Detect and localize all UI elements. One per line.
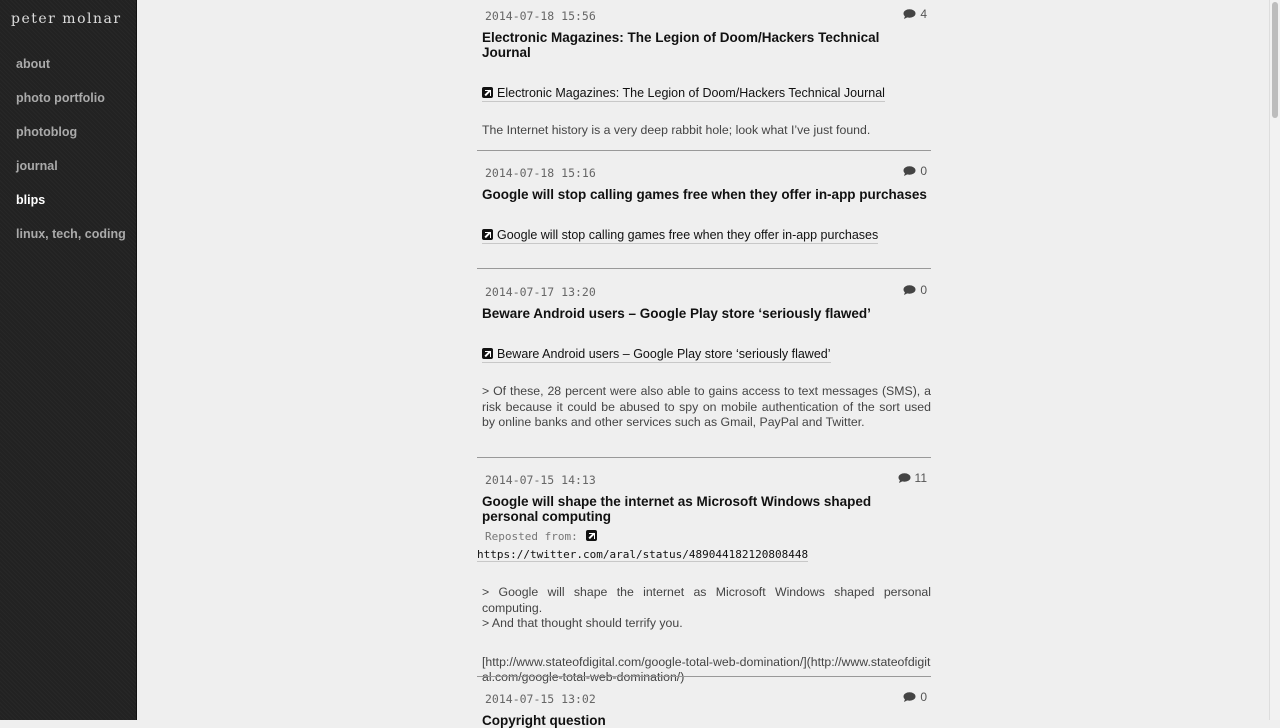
repost-url[interactable]: https://twitter.com/aral/status/48904418… — [477, 548, 809, 562]
comment-bubble-icon — [903, 9, 916, 19]
post: 2014-07-18 15:16 0 Google will stop call… — [477, 164, 931, 269]
post-body-line: > Google will shape the internet as Micr… — [482, 585, 931, 615]
post-link[interactable]: Electronic Magazines: The Legion of Doom… — [482, 86, 885, 102]
comment-count-value: 0 — [920, 283, 927, 297]
comment-bubble-icon — [903, 692, 916, 702]
post-link[interactable]: Google will stop calling games free when… — [482, 228, 879, 244]
comment-count[interactable]: 0 — [903, 690, 927, 704]
post-link-text: Google will stop calling games free when… — [497, 228, 879, 242]
comment-count-value: 0 — [920, 164, 927, 178]
post-link[interactable]: Beware Android users – Google Play store… — [482, 347, 831, 363]
external-link-icon — [586, 530, 598, 541]
external-link-icon — [482, 229, 493, 240]
nav-item-blips[interactable]: blips — [0, 192, 136, 226]
site-brand[interactable]: peter molnar — [11, 11, 122, 27]
comment-count-value: 11 — [914, 471, 927, 485]
comment-count-value: 0 — [920, 690, 927, 704]
post-date: 2014-07-15 14:13 — [485, 473, 596, 487]
sidebar: peter molnar about photo portfolio photo… — [0, 0, 137, 720]
nav-item-photoblog[interactable]: photoblog — [0, 124, 136, 158]
post-title[interactable]: Google will stop calling games free when… — [482, 187, 931, 202]
post-separator — [477, 268, 931, 269]
post-body: > Of these, 28 percent were also able to… — [482, 384, 931, 429]
nav-item-about[interactable]: about — [0, 56, 136, 90]
comment-count[interactable]: 11 — [898, 471, 927, 485]
post-body-link[interactable]: [http://www.stateofdigital.com/google-to… — [482, 655, 931, 686]
post-title[interactable]: Google will shape the internet as Micros… — [482, 494, 931, 524]
comment-count[interactable]: 0 — [903, 164, 927, 178]
comment-bubble-icon — [898, 473, 911, 483]
post-separator — [477, 676, 931, 677]
post-separator — [477, 457, 931, 458]
post-link-text: Beware Android users – Google Play store… — [497, 347, 831, 361]
scrollbar[interactable] — [1269, 0, 1280, 720]
post-date: 2014-07-17 13:20 — [485, 285, 596, 299]
post-title[interactable]: Copyright question — [482, 713, 931, 728]
repost-label: Reposted from: — [485, 530, 578, 543]
main-content: 2014-07-18 15:56 4 Electronic Magazines:… — [136, 0, 1270, 728]
post-title[interactable]: Electronic Magazines: The Legion of Doom… — [482, 30, 931, 60]
post: 2014-07-17 13:20 0 Beware Android users … — [477, 283, 931, 458]
comment-count[interactable]: 4 — [903, 7, 927, 21]
comment-bubble-icon — [903, 166, 916, 176]
post-body-line: > And that thought should terrify you. — [482, 616, 683, 630]
post: 2014-07-18 15:56 4 Electronic Magazines:… — [477, 7, 931, 151]
nav-item-journal[interactable]: journal — [0, 158, 136, 192]
comment-bubble-icon — [903, 285, 916, 295]
external-link-icon — [482, 87, 493, 98]
post-separator — [477, 150, 931, 151]
nav-item-photo-portfolio[interactable]: photo portfolio — [0, 90, 136, 124]
post: 2014-07-15 14:13 11 Google will shape th… — [477, 471, 931, 686]
post-body: The Internet history is a very deep rabb… — [482, 123, 871, 137]
post-date: 2014-07-18 15:56 — [485, 9, 596, 23]
post-title[interactable]: Beware Android users – Google Play store… — [482, 306, 931, 321]
repost-line: Reposted from: https://twitter.com/aral/… — [477, 527, 931, 563]
scrollbar-thumb[interactable] — [1272, 2, 1278, 118]
post-date: 2014-07-15 13:02 — [485, 692, 596, 706]
comment-count[interactable]: 0 — [903, 283, 927, 297]
main-nav: about photo portfolio photoblog journal … — [0, 56, 136, 260]
comment-count-value: 4 — [920, 7, 927, 21]
post-date: 2014-07-18 15:16 — [485, 166, 596, 180]
external-link-icon — [482, 348, 493, 359]
post-link-text: Electronic Magazines: The Legion of Doom… — [497, 86, 885, 100]
post: 2014-07-15 13:02 0 Copyright question — [477, 690, 931, 728]
nav-item-linux-tech-coding[interactable]: linux, tech, coding — [0, 226, 136, 260]
